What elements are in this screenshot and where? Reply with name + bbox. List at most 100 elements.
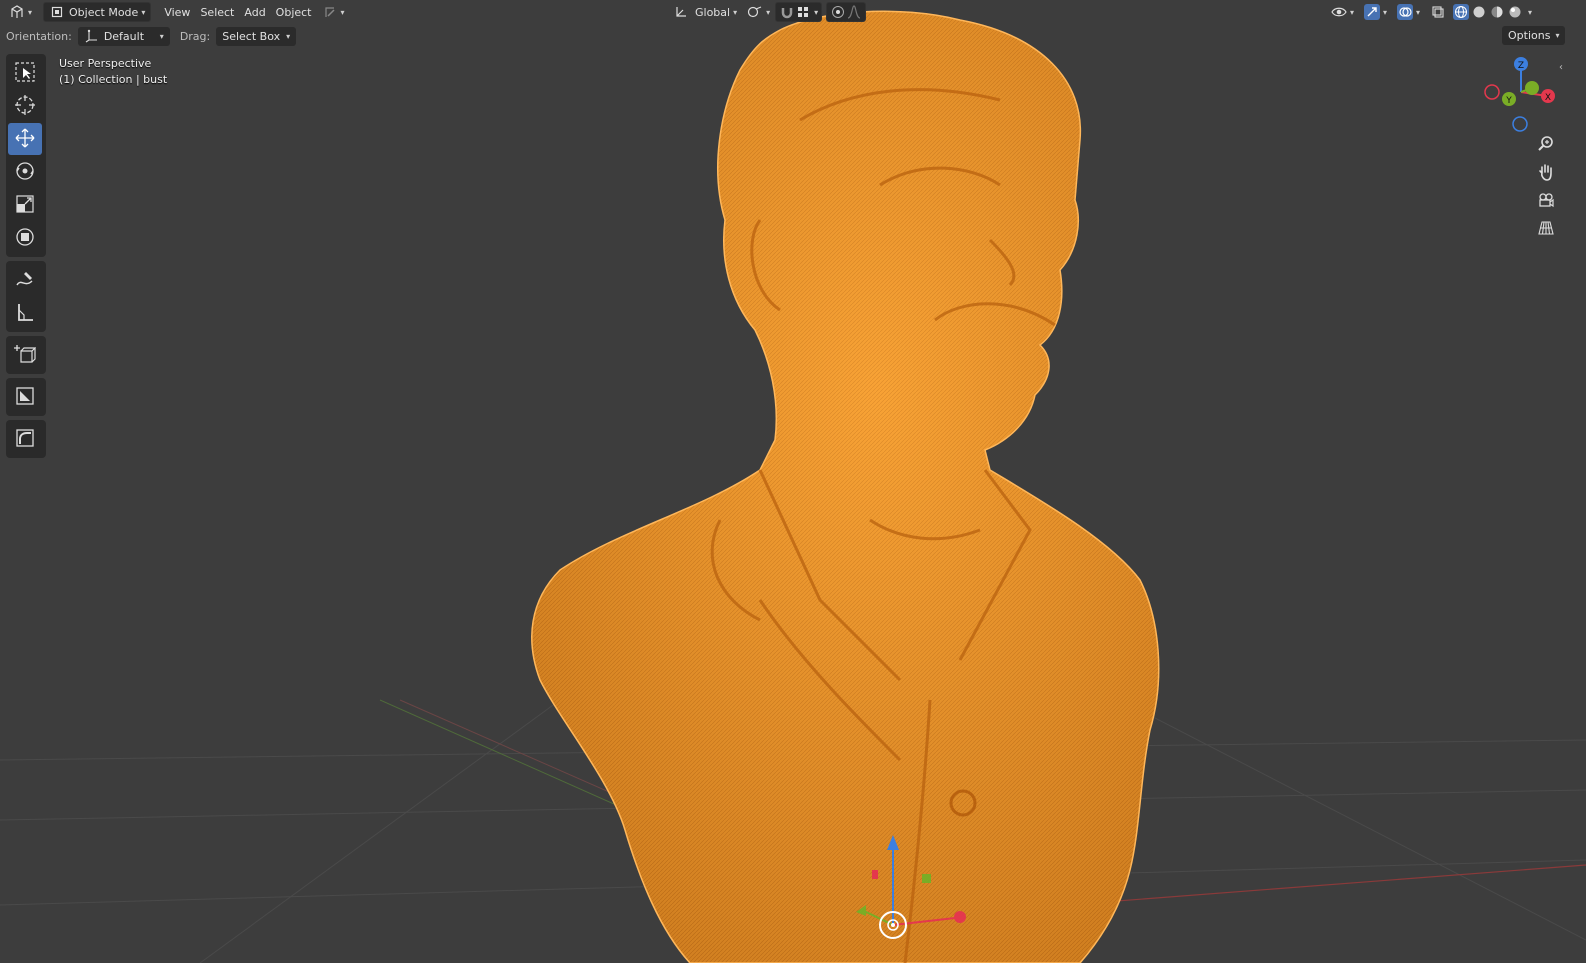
proportional-icon — [830, 4, 846, 20]
tool-transform[interactable] — [8, 222, 42, 254]
options-dropdown[interactable]: Options ▾ — [1502, 26, 1566, 45]
hand-icon — [1537, 163, 1555, 184]
gizmo-z-label: Z — [1518, 61, 1524, 71]
overlays-icon — [1397, 4, 1414, 20]
gizmo-x-label: X — [1545, 93, 1551, 103]
transform-orientation-dropdown[interactable]: Global ▾ — [668, 2, 742, 22]
annotate-icon — [14, 268, 36, 293]
chevron-down-icon: ▾ — [159, 31, 164, 41]
transform-icon — [14, 226, 36, 251]
tool-group-annotate — [6, 261, 46, 332]
menu-object[interactable]: Object — [271, 2, 317, 22]
camera-view-button[interactable] — [1533, 188, 1559, 214]
tool-cursor[interactable] — [8, 90, 42, 122]
camera-icon — [1537, 191, 1555, 212]
viewport-header: ▾ Object Mode ▾ View Select Add Object ▾… — [0, 0, 1586, 24]
shading-buttons: ▾ — [1453, 4, 1532, 20]
drag-field-label: Drag: — [179, 29, 211, 43]
viewport-info: User Perspective (1) Collection | bust — [59, 56, 167, 88]
menu-select[interactable]: Select — [195, 2, 239, 22]
tool-scale[interactable] — [8, 189, 42, 221]
material-shading-icon[interactable] — [1489, 4, 1505, 20]
pivot-point-dropdown[interactable]: ▾ — [742, 2, 775, 22]
gpencil-button[interactable]: ▾ — [317, 2, 350, 22]
add-cube-icon — [14, 343, 37, 368]
tool-inset[interactable] — [8, 381, 42, 413]
pivot-icon — [747, 4, 763, 20]
bust-mesh — [531, 10, 1160, 963]
tool-bevel[interactable] — [8, 423, 42, 455]
select-box-icon — [14, 61, 36, 86]
chevron-down-icon: ▾ — [340, 7, 345, 17]
options-label: Options — [1508, 29, 1551, 42]
wireframe-shading-icon[interactable] — [1453, 4, 1470, 20]
tool-shelf — [6, 54, 46, 462]
chevron-down-icon: ▾ — [1383, 7, 1388, 17]
scale-icon — [14, 193, 36, 218]
chevron-down-icon: ▾ — [1350, 7, 1355, 17]
object-mode-icon — [49, 4, 65, 20]
chevron-down-icon[interactable]: ▾ — [1528, 8, 1532, 17]
gizmo-icon — [1364, 4, 1381, 20]
menu-add[interactable]: Add — [239, 2, 270, 22]
eye-icon — [1331, 4, 1347, 20]
3d-viewport-icon — [9, 4, 25, 20]
rotate-icon — [14, 160, 36, 185]
inset-icon — [14, 385, 36, 410]
editor-type-button[interactable]: ▾ — [4, 2, 37, 22]
orientation-value: Default — [103, 29, 145, 43]
tool-select-box[interactable] — [8, 57, 42, 89]
mode-dropdown[interactable]: Object Mode ▾ — [43, 2, 152, 22]
menu-view[interactable]: View — [159, 2, 195, 22]
falloff-curve-icon — [846, 4, 862, 20]
tool-group-transform — [6, 54, 46, 257]
ortho-toggle-button[interactable] — [1533, 216, 1559, 242]
header-right: ▾ ▾ ▾ ▾ — [1326, 2, 1532, 22]
gizmo-dropdown[interactable]: ▾ — [1359, 2, 1392, 22]
overlays-dropdown[interactable]: ▾ — [1392, 2, 1425, 22]
drag-dropdown[interactable]: Select Box ▾ — [216, 26, 297, 46]
chevron-down-icon: ▾ — [814, 7, 819, 17]
chevron-down-icon: ▾ — [141, 7, 146, 17]
3d-viewport[interactable]: ▾ Object Mode ▾ View Select Add Object ▾… — [0, 0, 1586, 963]
mode-label: Object Mode — [69, 5, 139, 19]
scene-render — [0, 10, 1586, 963]
rendered-shading-icon[interactable] — [1507, 4, 1523, 20]
solid-shading-icon[interactable] — [1471, 4, 1487, 20]
tool-settings-bar: Orientation: Default ▾ Drag: Select Box … — [0, 25, 1586, 47]
xray-toggle[interactable] — [1425, 2, 1451, 22]
tool-measure[interactable] — [8, 297, 42, 329]
navigation-gizmo[interactable]: Z X Y — [1480, 54, 1560, 136]
header-center: Global ▾ ▾ ▾ — [668, 2, 867, 22]
perspective-grid-icon — [1537, 219, 1555, 240]
tool-add-cube[interactable] — [8, 339, 42, 371]
tool-group-bevel — [6, 420, 46, 458]
xray-icon — [1430, 4, 1446, 20]
tool-rotate[interactable] — [8, 156, 42, 188]
move-icon — [14, 127, 36, 152]
drag-value: Select Box — [222, 29, 281, 43]
chevron-down-icon: ▾ — [733, 7, 738, 17]
measure-icon — [14, 301, 36, 326]
visibility-dropdown[interactable]: ▾ — [1326, 2, 1359, 22]
snap-grid-icon — [795, 4, 811, 20]
tool-annotate[interactable] — [8, 264, 42, 296]
orientation-field-label: Orientation: — [6, 29, 72, 43]
tool-group-add — [6, 336, 46, 374]
orientation-dropdown[interactable]: Default ▾ — [77, 26, 170, 46]
zoom-button[interactable] — [1533, 132, 1559, 158]
bevel-icon — [14, 427, 36, 452]
view-name: User Perspective — [59, 57, 152, 70]
chevron-down-icon: ▾ — [766, 7, 771, 17]
gpencil-icon — [322, 4, 338, 20]
orientation-axes-icon — [673, 4, 689, 20]
tool-move[interactable] — [8, 123, 42, 155]
proportional-editing-toggle[interactable] — [826, 2, 867, 22]
orientation-label: Global — [695, 5, 731, 19]
pan-button[interactable] — [1533, 160, 1559, 186]
cursor-icon — [14, 94, 36, 119]
orientation-icon — [84, 28, 100, 44]
snap-toggle[interactable]: ▾ — [775, 2, 823, 22]
magnet-icon — [779, 4, 795, 20]
collection-info: (1) Collection | bust — [59, 73, 168, 86]
